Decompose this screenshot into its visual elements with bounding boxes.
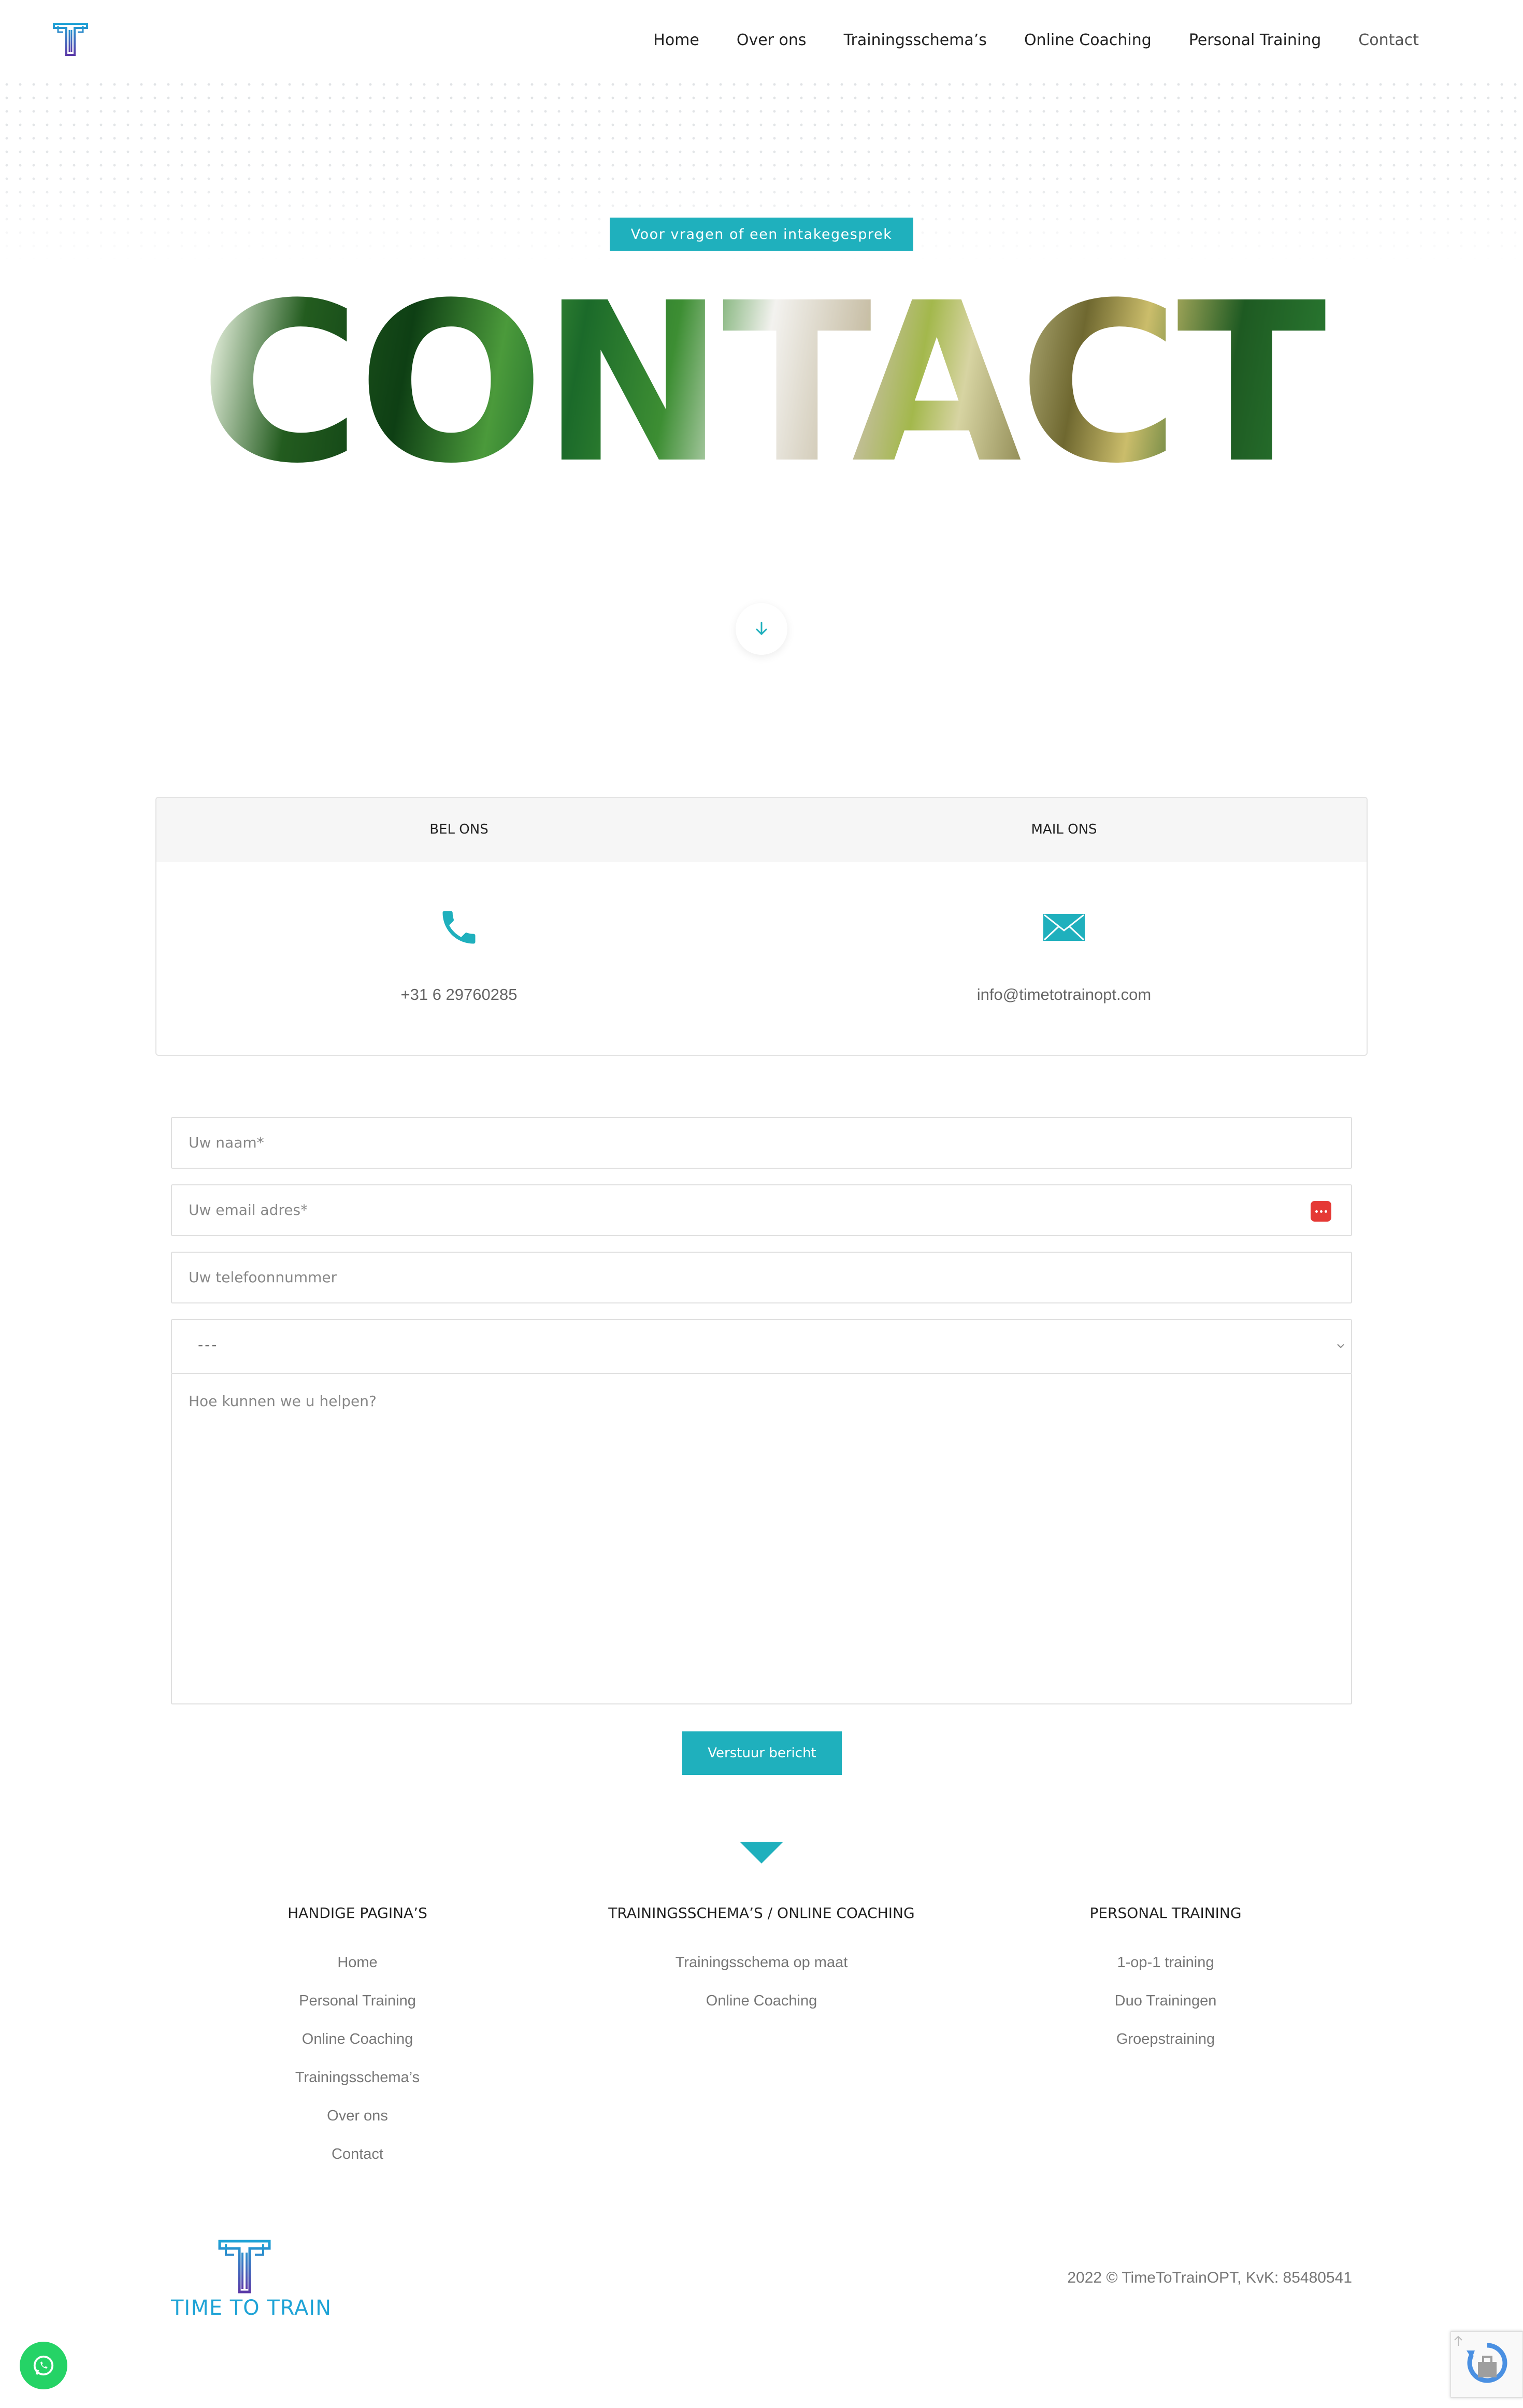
hero-badge: Voor vragen of een intakegesprek bbox=[610, 218, 913, 251]
call-column: BEL ONS +31 6 29760285 bbox=[156, 798, 762, 1055]
whatsapp-button[interactable] bbox=[20, 2342, 67, 2389]
password-manager-icon[interactable] bbox=[1311, 1201, 1331, 1222]
nav-home[interactable]: Home bbox=[635, 27, 718, 54]
name-field[interactable]: Uw naam* bbox=[171, 1117, 1352, 1169]
footer-link-groep[interactable]: Groepstraining bbox=[969, 2020, 1362, 2058]
section-divider-arrow bbox=[740, 1842, 783, 1864]
message-field[interactable]: Hoe kunnen we u helpen? bbox=[171, 1373, 1352, 1704]
nav-over-ons[interactable]: Over ons bbox=[718, 27, 825, 54]
phone-placeholder: Uw telefoonnummer bbox=[189, 1269, 337, 1286]
footer-brand: TIME TO TRAIN bbox=[171, 2296, 332, 2320]
chevron-down-icon bbox=[1337, 1344, 1344, 1349]
nav-trainingsschemas[interactable]: Trainingsschema’s bbox=[825, 27, 1005, 54]
footer-link-personal-training[interactable]: Personal Training bbox=[161, 1982, 554, 2020]
phone-field[interactable]: Uw telefoonnummer bbox=[171, 1252, 1352, 1303]
footer-link-online-coaching[interactable]: Online Coaching bbox=[161, 2020, 554, 2058]
footer-col-pages-title: HANDIGE PAGINA’S bbox=[288, 1904, 427, 1922]
submit-button[interactable]: Verstuur bericht bbox=[682, 1731, 842, 1775]
site-header: Home Over ons Trainingsschema’s Online C… bbox=[0, 0, 1523, 83]
chevron-down-icon bbox=[756, 622, 767, 635]
footer-col-coaching-title: TRAININGSSCHEMA’S / ONLINE COACHING bbox=[608, 1904, 915, 1922]
footer-link-over-ons[interactable]: Over ons bbox=[161, 2097, 554, 2135]
main-nav: Home Over ons Trainingsschema’s Online C… bbox=[635, 27, 1438, 54]
nav-personal-training[interactable]: Personal Training bbox=[1170, 27, 1340, 54]
footer-link-trainingsschemas[interactable]: Trainingsschema’s bbox=[161, 2058, 554, 2097]
footer-link-home[interactable]: Home bbox=[161, 1943, 554, 1982]
phone-icon bbox=[433, 901, 485, 953]
footer-link-1op1[interactable]: 1-op-1 training bbox=[969, 1943, 1362, 1982]
footer-col-personal: PERSONAL TRAINING 1-op-1 training Duo Tr… bbox=[969, 1904, 1362, 2058]
email-field[interactable]: Uw email adres* bbox=[171, 1184, 1352, 1236]
message-placeholder: Hoe kunnen we u helpen? bbox=[189, 1393, 377, 1410]
nav-online-coaching[interactable]: Online Coaching bbox=[1005, 27, 1170, 54]
mail-column: MAIL ONS info@timetotrainopt.com bbox=[762, 798, 1367, 1055]
nav-contact[interactable]: Contact bbox=[1340, 27, 1438, 54]
subject-select[interactable]: --- bbox=[171, 1319, 1352, 1374]
scroll-down-button[interactable] bbox=[736, 603, 787, 655]
email-placeholder: Uw email adres* bbox=[189, 1201, 308, 1219]
copyright: 2022 © TimeToTrainOPT, KvK: 85480541 bbox=[1067, 2269, 1352, 2286]
footer-link-trainingsschema-op-maat[interactable]: Trainingsschema op maat bbox=[565, 1943, 958, 1982]
phone-number[interactable]: +31 6 29760285 bbox=[156, 985, 762, 1004]
mail-icon bbox=[1038, 901, 1090, 953]
email-address[interactable]: info@timetotrainopt.com bbox=[762, 985, 1367, 1004]
footer-col-personal-title: PERSONAL TRAINING bbox=[1089, 1904, 1242, 1922]
page-title: CONTACT bbox=[0, 269, 1523, 497]
logo-icon[interactable] bbox=[52, 21, 89, 58]
contact-card: BEL ONS +31 6 29760285 MAIL ONS info@tim… bbox=[155, 797, 1368, 1056]
footer-col-coaching: TRAININGSSCHEMA’S / ONLINE COACHING Trai… bbox=[565, 1904, 958, 2020]
mail-label: MAIL ONS bbox=[1031, 822, 1097, 837]
footer-link-contact[interactable]: Contact bbox=[161, 2135, 554, 2173]
arrow-up-icon[interactable] bbox=[1450, 2333, 1466, 2349]
footer-col-pages: HANDIGE PAGINA’S Home Personal Training … bbox=[161, 1904, 554, 2173]
footer-link-duo[interactable]: Duo Trainingen bbox=[969, 1982, 1362, 2020]
call-label: BEL ONS bbox=[429, 822, 488, 837]
name-placeholder: Uw naam* bbox=[189, 1134, 264, 1151]
select-value: --- bbox=[198, 1336, 219, 1353]
footer-link-online-coaching-2[interactable]: Online Coaching bbox=[565, 1982, 958, 2020]
whatsapp-icon bbox=[33, 2355, 54, 2376]
